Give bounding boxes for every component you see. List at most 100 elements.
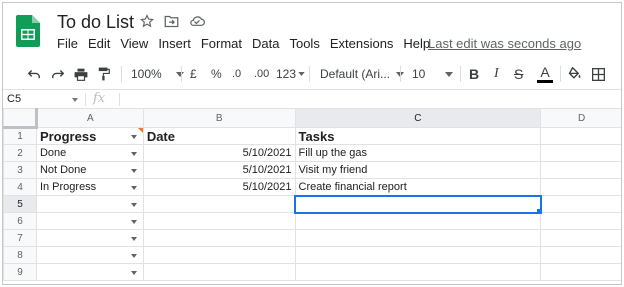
- cell-b6[interactable]: [142, 212, 296, 230]
- dropdown-chevron-icon[interactable]: [130, 271, 137, 275]
- name-box-caret-icon[interactable]: [72, 98, 78, 102]
- cloud-status-icon[interactable]: [189, 15, 205, 27]
- cell-b1[interactable]: Date: [142, 127, 296, 145]
- menu-help[interactable]: Help: [403, 36, 430, 51]
- increase-decimal-button[interactable]: .00: [254, 61, 269, 87]
- cell-c8[interactable]: [294, 246, 542, 264]
- dropdown-chevron-icon[interactable]: [130, 220, 137, 224]
- dropdown-chevron-icon[interactable]: [130, 254, 137, 258]
- dropdown-chevron-icon[interactable]: [130, 186, 137, 190]
- cell-a2[interactable]: Done: [35, 144, 144, 162]
- cell-d9[interactable]: [540, 263, 621, 281]
- cell-a8[interactable]: [35, 246, 144, 264]
- table-row: 9: [3, 263, 621, 281]
- menu-view[interactable]: View: [120, 36, 148, 51]
- row-header[interactable]: 4: [3, 178, 37, 196]
- cell-d2[interactable]: [540, 144, 621, 162]
- move-folder-icon[interactable]: [164, 15, 179, 28]
- column-header-b[interactable]: B: [142, 108, 296, 128]
- row-header[interactable]: 9: [3, 263, 37, 281]
- cell-d1[interactable]: [540, 127, 621, 145]
- more-formats-select[interactable]: 123: [276, 61, 305, 87]
- cell-c6[interactable]: [294, 212, 542, 230]
- dropdown-chevron-icon[interactable]: [130, 203, 137, 207]
- cell-d7[interactable]: [540, 229, 621, 247]
- select-all-corner[interactable]: [3, 108, 38, 129]
- zoom-select[interactable]: 100%: [131, 61, 184, 87]
- dropdown-chevron-icon[interactable]: [130, 135, 137, 139]
- cell-c5-selected[interactable]: [294, 194, 542, 214]
- currency-format-button[interactable]: £: [190, 61, 197, 87]
- row-header[interactable]: 8: [3, 246, 37, 264]
- star-icon[interactable]: [140, 14, 154, 28]
- table-row: 3 Not Done 5/10/2021 Visit my friend: [3, 161, 621, 179]
- dropdown-chevron-icon[interactable]: [130, 152, 137, 156]
- dropdown-chevron-icon[interactable]: [130, 237, 137, 241]
- document-title[interactable]: To do List: [57, 12, 134, 33]
- font-size-select[interactable]: 10: [412, 61, 454, 87]
- cell-c1[interactable]: Tasks: [294, 127, 542, 145]
- row-header[interactable]: 1: [3, 127, 37, 145]
- row-header[interactable]: 3: [3, 161, 37, 179]
- undo-icon[interactable]: [27, 61, 41, 87]
- menu-file[interactable]: File: [57, 36, 78, 51]
- cell-c2[interactable]: Fill up the gas: [294, 144, 542, 162]
- menu-data[interactable]: Data: [252, 36, 279, 51]
- toolbar-divider: [560, 66, 561, 82]
- strikethrough-button[interactable]: S: [514, 61, 523, 87]
- cell-b4[interactable]: 5/10/2021: [142, 178, 296, 196]
- cell-c7[interactable]: [294, 229, 542, 247]
- row-header[interactable]: 7: [3, 229, 37, 247]
- decrease-decimal-button[interactable]: .0: [232, 61, 241, 87]
- column-header-a[interactable]: A: [35, 108, 144, 128]
- paint-format-icon[interactable]: [98, 61, 110, 87]
- name-box[interactable]: C5: [7, 93, 21, 105]
- cell-a9[interactable]: [35, 263, 144, 281]
- italic-label: I: [494, 66, 499, 81]
- cell-a5[interactable]: [35, 195, 144, 213]
- cell-a7[interactable]: [35, 229, 144, 247]
- cell-b3[interactable]: 5/10/2021: [142, 161, 296, 179]
- dropdown-chevron-icon[interactable]: [130, 169, 137, 173]
- row-header[interactable]: 6: [3, 212, 37, 230]
- cell-c9[interactable]: [294, 263, 542, 281]
- cell-a4[interactable]: In Progress: [35, 178, 144, 196]
- text-color-button[interactable]: A: [537, 61, 553, 87]
- cell-d4[interactable]: [540, 178, 621, 196]
- cell-c4[interactable]: Create financial report: [294, 178, 542, 196]
- fill-color-icon[interactable]: [567, 61, 582, 87]
- cell-d5[interactable]: [540, 195, 621, 213]
- bold-button[interactable]: B: [469, 61, 479, 87]
- increase-decimal-label: .00: [254, 68, 270, 80]
- cell-b5[interactable]: [142, 195, 296, 213]
- print-icon[interactable]: [74, 61, 88, 87]
- cell-a6[interactable]: [35, 212, 144, 230]
- menu-edit[interactable]: Edit: [88, 36, 110, 51]
- cell-b7[interactable]: [142, 229, 296, 247]
- cell-a1[interactable]: Progress: [35, 127, 144, 145]
- cell-b2[interactable]: 5/10/2021: [142, 144, 296, 162]
- cell-b8[interactable]: [142, 246, 296, 264]
- cell-d3[interactable]: [540, 161, 621, 179]
- row-header[interactable]: 2: [3, 144, 37, 162]
- menu-format[interactable]: Format: [201, 36, 242, 51]
- redo-icon[interactable]: [51, 61, 65, 87]
- cell-a3[interactable]: Not Done: [35, 161, 144, 179]
- column-header-d[interactable]: D: [540, 108, 621, 128]
- italic-button[interactable]: I: [494, 61, 499, 87]
- row-header[interactable]: 5: [3, 195, 37, 213]
- cell-d6[interactable]: [540, 212, 621, 230]
- menu-insert[interactable]: Insert: [158, 36, 191, 51]
- cell-d8[interactable]: [540, 246, 621, 264]
- menu-tools[interactable]: Tools: [289, 36, 319, 51]
- cell-c3[interactable]: Visit my friend: [294, 161, 542, 179]
- cell-b9[interactable]: [142, 263, 296, 281]
- font-family-select[interactable]: Default (Ari...: [320, 61, 405, 87]
- google-sheets-logo-icon[interactable]: [16, 15, 40, 47]
- borders-icon[interactable]: [592, 61, 605, 87]
- last-edit-link[interactable]: Last edit was seconds ago: [428, 36, 581, 51]
- column-header-c[interactable]: C: [294, 108, 542, 128]
- percent-format-button[interactable]: %: [211, 61, 222, 87]
- table-row: 2 Done 5/10/2021 Fill up the gas: [3, 144, 621, 162]
- menu-extensions[interactable]: Extensions: [330, 36, 394, 51]
